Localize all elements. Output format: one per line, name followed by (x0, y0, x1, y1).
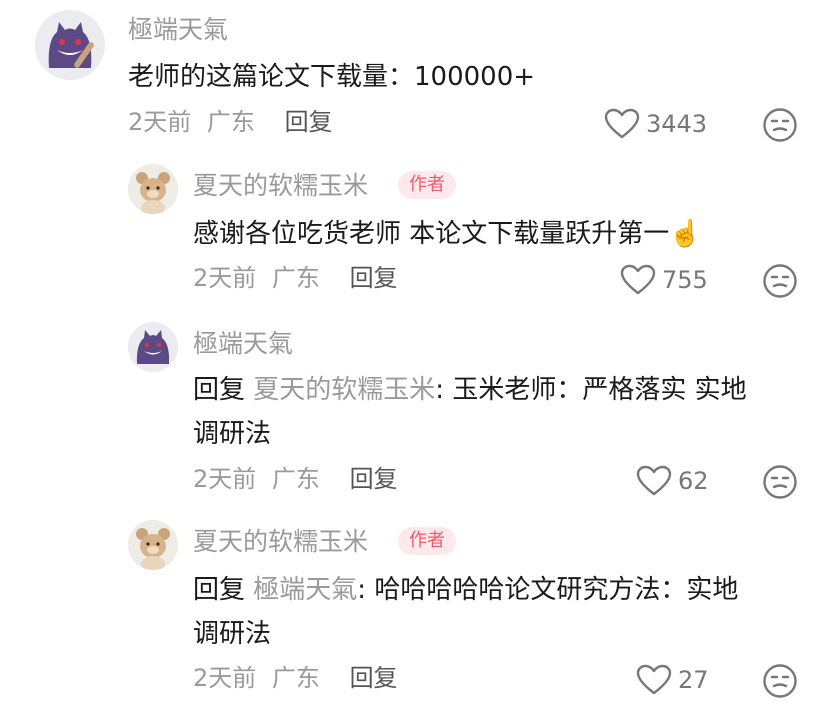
dislike-button[interactable] (762, 107, 798, 143)
location: 广东 (271, 264, 320, 292)
meh-face-icon (763, 108, 797, 142)
comment-text: 老师的这篇论文下载量：100000+ (128, 62, 536, 92)
like-count: 27 (678, 666, 709, 694)
like-button[interactable]: 27 (636, 662, 709, 698)
timestamp: 2天前 (193, 264, 257, 292)
reply-button[interactable]: 回复 (285, 108, 333, 136)
location: 广东 (271, 664, 320, 692)
username[interactable]: 極端天氣 (128, 14, 228, 46)
avatar[interactable] (128, 322, 178, 372)
username[interactable]: 夏天的软糯玉米 (193, 170, 368, 202)
comment-text: 感谢各位吃货老师 本论文下载量跃升第一☝️ (193, 219, 702, 249)
avatar[interactable] (35, 10, 105, 80)
comment-meta: 2天前 广东 回复 (193, 262, 398, 294)
location: 广东 (271, 465, 320, 493)
like-button[interactable]: 755 (620, 262, 708, 298)
comment-meta: 2天前 广东 回复 (193, 662, 398, 694)
reply-button[interactable]: 回复 (350, 264, 398, 292)
dislike-button[interactable] (762, 263, 798, 299)
comment-text: 回复 夏天的软糯玉米: 玉米老师：严格落实 实地 (193, 368, 747, 412)
timestamp: 2天前 (193, 465, 257, 493)
like-count: 62 (678, 467, 709, 495)
meh-face-icon (763, 264, 797, 298)
like-count: 3443 (646, 110, 708, 138)
reply-button[interactable]: 回复 (350, 465, 398, 493)
comment-meta: 2天前 广东 回复 (128, 106, 333, 138)
meh-face-icon (763, 664, 797, 698)
like-button[interactable]: 3443 (604, 106, 707, 142)
timestamp: 2天前 (128, 108, 192, 136)
comment-text-line: : 哈哈哈哈哈论文研究方法：实地 (357, 575, 739, 605)
author-badge: 作者 (398, 171, 456, 199)
heart-icon (636, 664, 672, 695)
comment-meta: 2天前 广东 回复 (193, 463, 398, 495)
comment-text-line: : 玉米老师：严格落实 实地 (435, 375, 747, 405)
username[interactable]: 極端天氣 (193, 328, 293, 360)
like-button[interactable]: 62 (636, 463, 709, 499)
reply-button[interactable]: 回复 (350, 664, 398, 692)
comment-text-continuation: 调研法 (193, 619, 272, 649)
reply-prefix: 回复 (193, 575, 246, 605)
comment-item: 極端天氣 老师的这篇论文下载量：100000+ 2天前 广东 回复 3443 (0, 0, 828, 150)
meh-face-icon (763, 465, 797, 499)
dislike-button[interactable] (762, 464, 798, 500)
heart-icon (620, 264, 656, 295)
heart-icon (604, 108, 640, 139)
comment-item: 夏天的软糯玉米 作者 回复 極端天氣: 哈哈哈哈哈论文研究方法：实地 调研法 2… (0, 510, 828, 708)
like-count: 755 (662, 266, 708, 294)
avatar[interactable] (128, 520, 178, 570)
username[interactable]: 夏天的软糯玉米 (193, 526, 368, 558)
heart-icon (636, 465, 672, 496)
author-badge: 作者 (398, 527, 456, 555)
comment-item: 夏天的软糯玉米 作者 感谢各位吃货老师 本论文下载量跃升第一☝️ 2天前 广东 … (0, 150, 828, 310)
reply-target-username[interactable]: 夏天的软糯玉米 (253, 375, 435, 405)
comment-text-continuation: 调研法 (193, 419, 272, 449)
reply-prefix: 回复 (193, 375, 246, 405)
comment-text: 回复 極端天氣: 哈哈哈哈哈论文研究方法：实地 (193, 568, 738, 612)
timestamp: 2天前 (193, 664, 257, 692)
comment-item: 極端天氣 回复 夏天的软糯玉米: 玉米老师：严格落实 实地 调研法 2天前 广东… (0, 310, 828, 510)
avatar[interactable] (128, 164, 178, 214)
location: 广东 (206, 108, 255, 136)
reply-target-username[interactable]: 極端天氣 (253, 575, 357, 605)
dislike-button[interactable] (762, 663, 798, 699)
